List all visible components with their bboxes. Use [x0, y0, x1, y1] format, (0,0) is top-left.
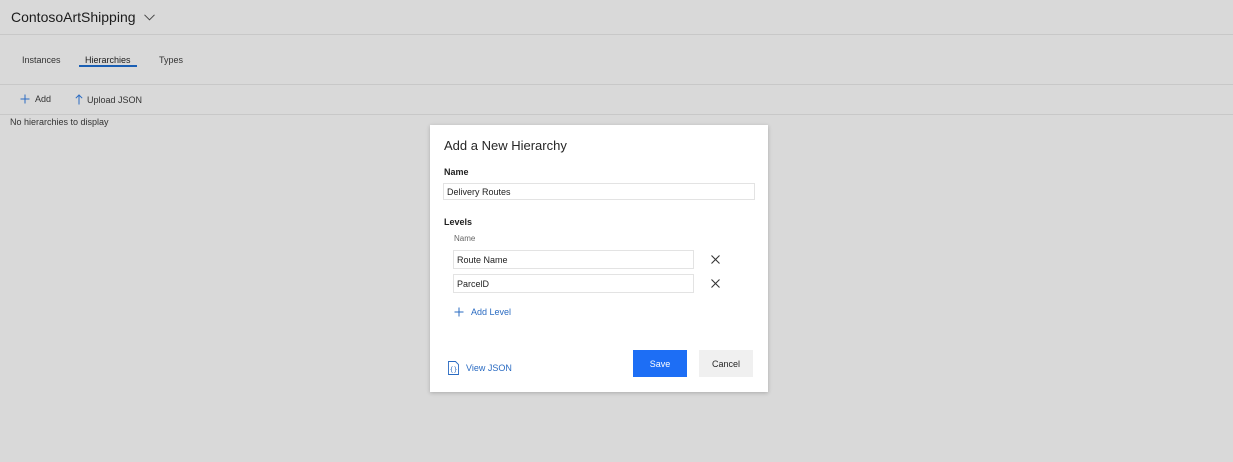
dialog-title: Add a New Hierarchy [444, 138, 567, 153]
environment-header: ContosoArtShipping [0, 0, 1233, 35]
environment-selector[interactable]: ContosoArtShipping [11, 9, 155, 25]
tab-bar: Instances Hierarchies Types [0, 35, 1233, 85]
close-icon [710, 254, 720, 264]
level-name-input[interactable] [453, 274, 694, 293]
plus-icon [20, 94, 30, 104]
chevron-down-icon [143, 13, 155, 21]
page: ContosoArtShipping Instances Hierarchies… [0, 0, 1233, 462]
upload-json-button[interactable]: Upload JSON [75, 94, 142, 105]
view-json-link[interactable]: {} View JSON [447, 361, 512, 375]
remove-level-button[interactable] [708, 252, 722, 266]
tab-types[interactable]: Types [159, 55, 183, 65]
json-braces-icon: {} [447, 361, 459, 375]
levels-name-column-label: Name [454, 234, 476, 243]
add-button-label: Add [35, 94, 52, 104]
svg-text:{}: {} [450, 366, 458, 374]
view-json-label: View JSON [466, 363, 512, 373]
toolbar: Add Upload JSON [0, 85, 1233, 115]
upload-json-label: Upload JSON [87, 94, 143, 105]
tab-hierarchies[interactable]: Hierarchies [85, 55, 131, 65]
cancel-button[interactable]: Cancel [699, 350, 753, 377]
levels-section-label: Levels [444, 217, 473, 227]
level-name-input[interactable] [453, 250, 694, 269]
empty-state-message: No hierarchies to display [10, 117, 109, 127]
upload-arrow-icon [75, 94, 83, 105]
add-level-label: Add Level [471, 307, 512, 317]
save-button[interactable]: Save [633, 350, 687, 377]
hierarchy-name-input[interactable] [443, 183, 755, 200]
add-level-button[interactable]: Add Level [454, 307, 511, 317]
environment-name: ContosoArtShipping [11, 9, 136, 25]
active-tab-indicator [79, 65, 137, 67]
remove-level-button[interactable] [708, 276, 722, 290]
name-field-label: Name [444, 167, 469, 177]
add-button[interactable]: Add [20, 94, 51, 104]
add-hierarchy-dialog: Add a New Hierarchy Name Levels Name [430, 125, 768, 392]
close-icon [710, 278, 720, 288]
tab-instances[interactable]: Instances [22, 55, 61, 65]
plus-icon [454, 307, 464, 317]
